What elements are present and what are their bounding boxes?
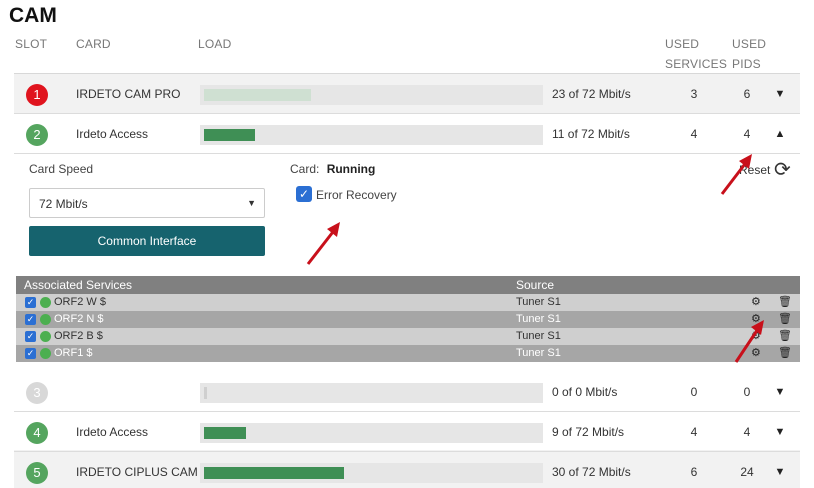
card-status: Card: Running — [290, 162, 375, 176]
used-pids-count: 6 — [743, 87, 751, 101]
slot-number-badge: 3 — [26, 382, 48, 404]
load-bar-fill — [204, 467, 344, 479]
table-row[interactable]: ✓ ORF2 B $ Tuner S1 ⚙ 🗑 — [16, 328, 800, 345]
chevron-down-icon[interactable]: ▼ — [769, 426, 791, 440]
used-pids-count: 0 — [743, 385, 751, 399]
card-speed-select[interactable]: 72 Mbit/s ▼ — [29, 188, 265, 218]
load-text: 0 of 0 Mbit/s — [552, 385, 618, 399]
chevron-down-icon[interactable]: ▼ — [769, 386, 791, 400]
cam-slot-row-4[interactable]: 4 Irdeto Access 9 of 72 Mbit/s 4 4 ▼ — [14, 412, 800, 452]
column-header-used-pids-line2: PIDS — [732, 57, 761, 71]
associated-services-title: Associated Services — [24, 278, 133, 292]
column-header-slot: SLOT — [15, 37, 48, 51]
card-speed-value: 72 Mbit/s — [39, 197, 88, 211]
load-bar — [200, 125, 543, 145]
slot-number-badge: 4 — [26, 422, 48, 444]
chevron-down-icon: ▼ — [247, 198, 256, 208]
cam-slot-list: 1 IRDETO CAM PRO 23 of 72 Mbit/s 3 6 ▼ 2… — [14, 73, 800, 488]
used-pids-count: 4 — [743, 127, 751, 141]
page-title: CAM — [9, 4, 57, 27]
load-text: 23 of 72 Mbit/s — [552, 87, 631, 101]
column-header-used-pids-line1: USED — [732, 37, 767, 51]
trash-icon[interactable]: 🗑 — [778, 346, 792, 359]
service-name: ORF2 N $ — [54, 313, 104, 325]
chevron-down-icon[interactable]: ▼ — [769, 466, 791, 480]
cam-slot-row-5[interactable]: 5 IRDETO CIPLUS CAM 30 of 72 Mbit/s 6 24… — [14, 452, 800, 488]
service-name: ORF2 B $ — [54, 330, 103, 342]
used-pids-count: 24 — [740, 465, 754, 479]
cam-slot-row-1[interactable]: 1 IRDETO CAM PRO 23 of 72 Mbit/s 3 6 ▼ — [14, 74, 800, 114]
column-header-used-pids: USED PIDS — [732, 34, 766, 74]
red-arrow-icon — [720, 154, 752, 195]
service-checkbox[interactable]: ✓ — [25, 297, 36, 308]
used-services-count: 3 — [690, 87, 698, 101]
trash-icon[interactable]: 🗑 — [778, 329, 792, 342]
trash-icon[interactable]: 🗑 — [778, 312, 792, 325]
service-source: Tuner S1 — [516, 347, 561, 359]
slot-number-badge: 5 — [26, 462, 48, 484]
red-arrow-icon — [306, 222, 340, 265]
load-bar — [200, 85, 543, 105]
load-text: 9 of 72 Mbit/s — [552, 425, 625, 439]
table-row[interactable]: ✓ ORF2 W $ Tuner S1 ⚙ 🗑 — [16, 294, 800, 311]
cam-slot-row-3[interactable]: 3 0 of 0 Mbit/s 0 0 ▼ — [14, 372, 800, 412]
column-header-used-services-line2: SERVICES — [665, 57, 728, 71]
used-services-count: 6 — [690, 465, 698, 479]
used-services-count: 4 — [690, 127, 698, 141]
used-services-count: 4 — [690, 425, 698, 439]
service-status-dot — [40, 348, 51, 359]
table-row[interactable]: ✓ ORF1 $ Tuner S1 ⚙ 🗑 — [16, 345, 800, 362]
load-bar — [200, 463, 543, 483]
service-name: ORF1 $ — [54, 347, 93, 359]
refresh-icon[interactable]: ⟳ — [774, 157, 791, 182]
service-source: Tuner S1 — [516, 296, 561, 308]
table-row[interactable]: ✓ ORF2 N $ Tuner S1 ⚙ 🗑 — [16, 311, 800, 328]
load-bar-fill — [204, 427, 246, 439]
chevron-down-icon[interactable]: ▼ — [769, 88, 791, 102]
error-recovery-checkbox[interactable]: ✓ — [296, 186, 312, 202]
associated-services-header: Associated Services Source — [16, 276, 800, 294]
service-status-dot — [40, 331, 51, 342]
card-speed-label: Card Speed — [29, 162, 94, 176]
column-header-used-services: USED SERVICES — [665, 34, 727, 74]
column-header-load: LOAD — [198, 37, 232, 51]
column-header-card: CARD — [76, 37, 111, 51]
service-checkbox[interactable]: ✓ — [25, 314, 36, 325]
slot-number-badge: 1 — [26, 84, 48, 106]
chevron-up-icon[interactable]: ▲ — [769, 128, 791, 142]
gear-icon[interactable]: ⚙ — [751, 295, 761, 308]
red-arrow-icon — [734, 320, 764, 363]
service-status-dot — [40, 297, 51, 308]
card-name: IRDETO CIPLUS CAM — [76, 465, 198, 479]
load-text: 30 of 72 Mbit/s — [552, 465, 631, 479]
service-name: ORF2 W $ — [54, 296, 106, 308]
slot-number-badge: 2 — [26, 124, 48, 146]
service-checkbox[interactable]: ✓ — [25, 331, 36, 342]
source-column-header: Source — [516, 278, 555, 292]
load-bar-fill — [204, 89, 311, 101]
service-source: Tuner S1 — [516, 330, 561, 342]
card-status-label: Card: — [290, 162, 320, 176]
error-recovery-label: Error Recovery — [316, 188, 397, 202]
associated-services-table: Associated Services Source ✓ ORF2 W $ Tu… — [16, 276, 800, 362]
load-bar — [200, 383, 543, 403]
cam-slot-row-2[interactable]: 2 Irdeto Access 11 of 72 Mbit/s 4 4 ▲ — [14, 114, 800, 154]
used-services-count: 0 — [690, 385, 698, 399]
card-name: Irdeto Access — [76, 425, 149, 439]
trash-icon[interactable]: 🗑 — [778, 295, 792, 308]
used-pids-count: 4 — [743, 425, 751, 439]
service-status-dot — [40, 314, 51, 325]
card-status-value: Running — [326, 162, 376, 176]
service-source: Tuner S1 — [516, 313, 561, 325]
load-bar-fill — [204, 129, 256, 141]
load-bar-fill — [204, 387, 207, 399]
card-name: IRDETO CAM PRO — [76, 87, 181, 101]
load-text: 11 of 72 Mbit/s — [552, 127, 630, 141]
load-bar — [200, 423, 543, 443]
service-checkbox[interactable]: ✓ — [25, 348, 36, 359]
column-header-used-services-line1: USED — [665, 37, 700, 51]
card-name: Irdeto Access — [76, 127, 149, 141]
common-interface-button[interactable]: Common Interface — [29, 226, 265, 256]
